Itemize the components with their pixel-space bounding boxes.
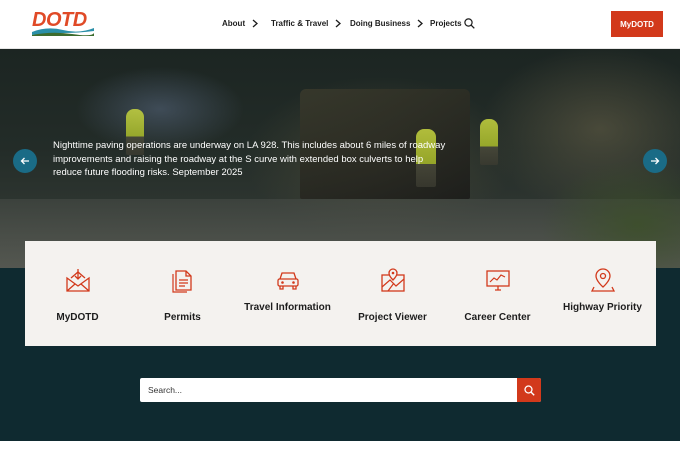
search-submit-button[interactable]	[517, 378, 541, 402]
search-icon	[523, 384, 535, 396]
card-career-center-label: Career Center	[464, 312, 531, 323]
document-icon	[171, 270, 192, 293]
chevron-right-icon	[335, 19, 342, 28]
hero-carousel: Nighttime paving operations are underway…	[0, 49, 680, 268]
card-mydotd[interactable]: MyDOTD	[25, 241, 130, 346]
arrow-left-icon	[20, 157, 29, 165]
chevron-right-icon	[252, 19, 259, 28]
nav-traffic-travel-label: Traffic & Travel	[271, 19, 329, 28]
mydotd-button[interactable]: MyDOTD	[611, 11, 663, 37]
page-bottom-strip	[0, 441, 680, 450]
chevron-right-icon	[418, 19, 424, 28]
hero-worker-shape	[480, 119, 498, 165]
dotd-logo[interactable]: DOTD	[32, 10, 94, 36]
hero-caption: Nighttime paving operations are underway…	[53, 140, 446, 178]
nav-traffic-travel[interactable]: Traffic & Travel	[271, 19, 342, 28]
card-project-viewer-label: Project Viewer	[358, 312, 427, 323]
location-pin-icon	[590, 268, 615, 292]
card-highway-priority[interactable]: Highway Priority	[550, 241, 655, 346]
search-input[interactable]	[140, 378, 516, 402]
site-search	[140, 378, 541, 402]
card-travel-information-label: Travel Information	[244, 302, 331, 313]
nav-projects-label: Projects	[430, 19, 462, 28]
map-pin-icon	[380, 268, 405, 292]
card-career-center[interactable]: Career Center	[445, 241, 550, 346]
nav-about[interactable]: About	[222, 19, 259, 28]
card-travel-information[interactable]: Travel Information	[235, 241, 340, 346]
carousel-prev-button[interactable]	[13, 149, 37, 173]
carousel-next-button[interactable]	[643, 149, 667, 173]
nav-about-label: About	[222, 19, 246, 28]
card-permits-label: Permits	[164, 312, 201, 323]
card-mydotd-label: MyDOTD	[56, 312, 99, 323]
search-icon[interactable]	[464, 18, 475, 29]
site-header: DOTD About Traffic & Travel Doing Busine…	[0, 0, 680, 49]
car-icon	[276, 272, 299, 290]
arrow-right-icon	[651, 157, 660, 165]
card-permits[interactable]: Permits	[130, 241, 235, 346]
nav-doing-business[interactable]: Doing Business	[350, 19, 424, 28]
card-highway-priority-label: Highway Priority	[563, 302, 642, 313]
logo-wave-icon	[32, 28, 94, 36]
monitor-chart-icon	[485, 270, 510, 291]
nav-doing-business-label: Doing Business	[350, 19, 411, 28]
card-project-viewer[interactable]: Project Viewer	[340, 241, 445, 346]
quick-links-panel: MyDOTD Permits Travel Information Projec…	[25, 241, 656, 346]
envelope-download-icon	[65, 269, 90, 292]
nav-projects[interactable]: Projects	[430, 19, 462, 28]
